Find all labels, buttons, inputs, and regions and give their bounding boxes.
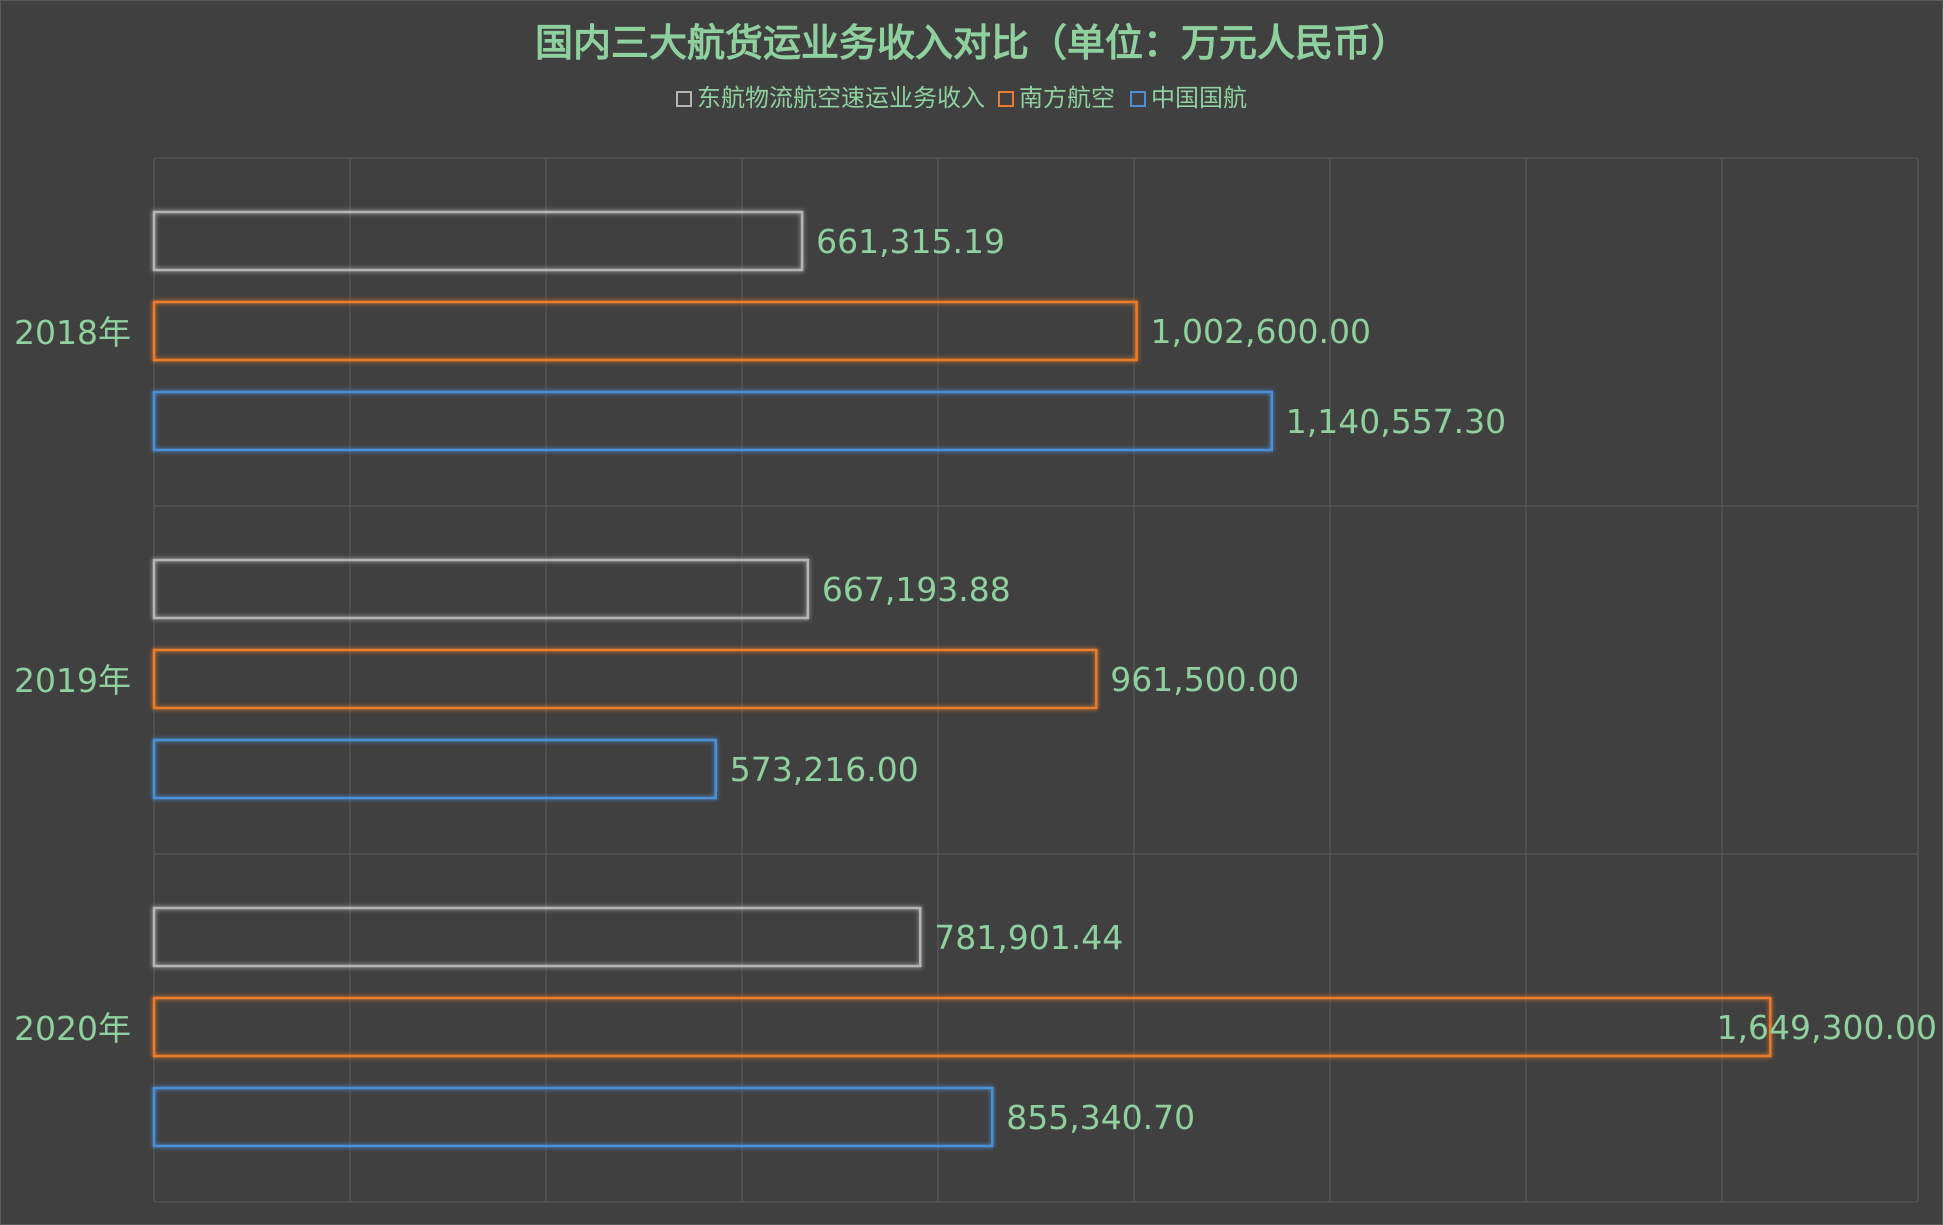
legend-swatch [998,91,1014,107]
data-label: 781,901.44 [934,918,1123,957]
category-label: 2020年 [14,1009,131,1048]
data-label: 667,193.88 [822,570,1011,609]
bar [152,300,1138,362]
legend-swatch [1130,91,1146,107]
bars [152,210,1772,1148]
legend-swatch [676,91,692,107]
category-label: 2019年 [14,661,131,700]
bar [152,558,810,620]
bar-chart: 国内三大航货运业务收入对比（单位：万元人民币） 东航物流航空速运业务收入 南方航空… [14,21,1937,1203]
category-label: 2018年 [14,313,131,352]
bar [152,648,1098,710]
data-label: 855,340.70 [1006,1098,1195,1137]
bar [152,738,718,800]
legend: 东航物流航空速运业务收入 南方航空 中国国航 [676,84,1247,112]
gridlines [153,157,1919,1203]
category-axis: 2018年 2019年 2020年 [14,313,131,1048]
data-label: 1,140,557.30 [1286,402,1506,441]
bar [152,906,922,968]
data-label: 573,216.00 [730,750,919,789]
legend-item-label: 东航物流航空速运业务收入 [697,84,985,112]
legend-item-label: 南方航空 [1019,84,1115,112]
legend-item-label: 中国国航 [1151,84,1247,112]
data-label: 1,002,600.00 [1151,312,1371,351]
bar [152,210,804,272]
chart-title: 国内三大航货运业务收入对比（单位：万元人民币） [535,21,1409,65]
bar [152,996,1772,1058]
chart-frame: 国内三大航货运业务收入对比（单位：万元人民币） 东航物流航空速运业务收入 南方航空… [0,0,1943,1225]
bar [152,1086,994,1148]
data-label: 961,500.00 [1110,660,1299,699]
data-label: 661,315.19 [816,222,1005,261]
data-label: 1,649,300.00 [1717,1008,1937,1047]
bar [152,390,1273,452]
